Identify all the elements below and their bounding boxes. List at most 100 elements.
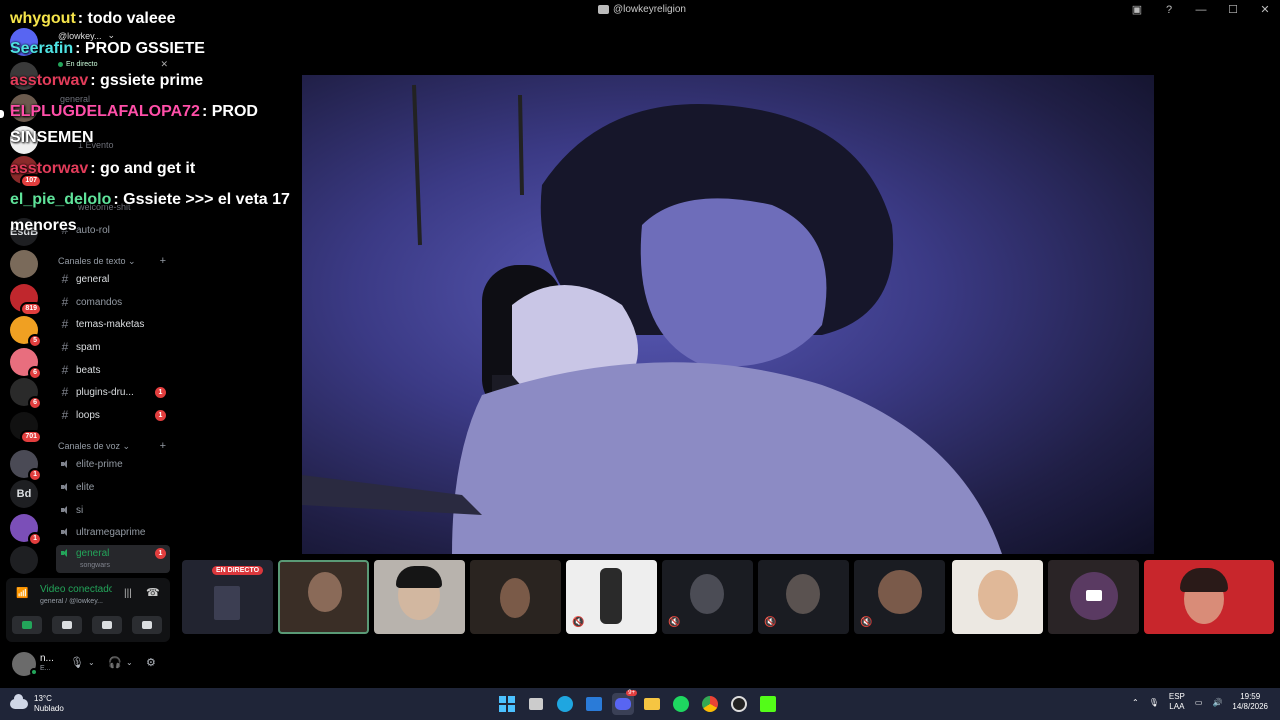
language-indicator[interactable]: ESP LAA [1169, 692, 1185, 712]
channel-loops[interactable]: # loops 1 [56, 405, 170, 425]
obs-button[interactable] [728, 693, 750, 715]
file-explorer-button[interactable] [641, 693, 663, 715]
server-icon[interactable]: 6 [10, 348, 42, 380]
speaker-icon [60, 548, 70, 558]
outlook-button[interactable] [583, 693, 605, 715]
participant-tile[interactable] [374, 560, 465, 634]
channel-plugins[interactable]: # plugins-dru... 1 [56, 382, 170, 402]
participant-tile-stream[interactable]: EN DIRECTO [182, 560, 273, 634]
inbox-icon[interactable]: ▣ [1130, 2, 1144, 18]
chat-message: asstorwav: gssiete prime [10, 68, 310, 94]
close-button[interactable]: ✕ [1258, 2, 1272, 18]
voice-channel-status: songwars [80, 562, 110, 569]
muted-icon: 🔇 [860, 617, 873, 628]
server-icon[interactable]: 1 [10, 514, 42, 546]
server-icon[interactable] [10, 250, 38, 278]
voice-channel-elite-prime[interactable]: elite-prime [56, 454, 170, 474]
server-icon[interactable]: Bd [10, 480, 38, 508]
participant-tile[interactable]: 🔇 [854, 560, 945, 634]
volume-icon[interactable]: 🔊 [1212, 698, 1222, 707]
participant-tile[interactable] [470, 560, 561, 634]
minimize-button[interactable]: — [1194, 2, 1208, 18]
clock[interactable]: 19:59 14/8/2026 [1232, 692, 1268, 712]
headphones-icon[interactable]: 🎧 [108, 656, 122, 669]
weather-condition: Nublado [34, 704, 64, 713]
voice-channel-ultramegaprime[interactable]: ultramegaprime [56, 522, 170, 542]
unread-badge: 1 [155, 409, 166, 421]
help-icon[interactable]: ? [1162, 2, 1176, 18]
server-icon[interactable]: 701 [10, 412, 42, 444]
channel-beats[interactable]: # beats [56, 360, 170, 380]
disconnect-icon[interactable]: ☎ [146, 586, 160, 599]
participant-tile[interactable]: 🔇 [662, 560, 753, 634]
spotify-button[interactable] [670, 693, 692, 715]
server-icon[interactable]: 819 [10, 284, 42, 316]
add-channel-icon[interactable]: + [160, 255, 166, 267]
screen-share-icon [62, 621, 72, 629]
activities-button[interactable] [92, 616, 122, 634]
server-icon[interactable]: 5 [10, 316, 42, 348]
start-button[interactable] [496, 693, 518, 715]
unread-badge: 1 [155, 548, 166, 559]
discover-button[interactable] [10, 546, 38, 574]
participant-hair [1180, 568, 1228, 592]
participant-tile[interactable] [952, 560, 1043, 634]
mention-badge: 5 [28, 334, 42, 348]
username[interactable]: n... [40, 653, 54, 664]
category-text-channels[interactable]: Canales de texto ⌄ + [58, 255, 166, 267]
mention-badge: 1 [28, 532, 42, 546]
voice-channel-elite[interactable]: elite [56, 477, 170, 497]
microphone-icon[interactable]: 🎙 [1149, 698, 1159, 707]
participant-tile[interactable]: 🔇 [566, 560, 657, 634]
camera-button[interactable] [12, 616, 42, 634]
temperature: 13°C [34, 694, 52, 703]
voice-channel-general-active[interactable]: general 1 songwars [56, 545, 170, 573]
unread-badge: 1 [155, 386, 166, 398]
muted-icon: 🔇 [764, 617, 777, 628]
add-channel-icon[interactable]: + [160, 440, 166, 452]
display-icon[interactable]: ▭ [1195, 698, 1203, 707]
user-status: E... [40, 665, 51, 672]
voice-status-subtitle[interactable]: general / @lowkey... [40, 598, 120, 605]
chevron-up-icon[interactable]: ⌃ [1132, 698, 1139, 707]
obs-icon [731, 696, 747, 712]
maximize-button[interactable]: ☐ [1226, 2, 1240, 18]
main-video-stage[interactable] [302, 75, 1154, 554]
signal-icon[interactable]: 📶 [16, 588, 28, 600]
server-icon[interactable]: 1 [10, 450, 42, 482]
server-icon[interactable]: 6 [10, 378, 42, 410]
participant-tile[interactable] [278, 560, 369, 634]
participant-tile[interactable]: 🔇 [758, 560, 849, 634]
edge-button[interactable] [554, 693, 576, 715]
category-voice-channels[interactable]: Canales de voz ⌄ + [58, 440, 166, 452]
microphone-icon[interactable]: 🎙 [70, 656, 84, 669]
chat-message: ELPLUGDELAFALOPA72: PROD SINSEMEN [10, 99, 310, 151]
voice-status-title[interactable]: Video conectado [40, 584, 112, 595]
mail-icon [586, 697, 602, 711]
share-screen-button[interactable] [52, 616, 82, 634]
chevron-down-icon: ⌄ [120, 440, 131, 451]
voice-channel-si[interactable]: si [56, 500, 170, 520]
gear-icon[interactable]: ⚙ [146, 656, 156, 669]
discord-button[interactable]: 9+ [612, 690, 637, 715]
chrome-button[interactable] [699, 693, 721, 715]
soundboard-button[interactable] [132, 616, 162, 634]
kick-button[interactable] [757, 693, 779, 715]
task-view-button[interactable] [525, 693, 547, 715]
chevron-down-icon[interactable]: ⌄ [88, 658, 95, 667]
live-badge: EN DIRECTO [212, 566, 264, 575]
channel-temas-maketas[interactable]: # temas-maketas [56, 314, 170, 334]
channel-spam[interactable]: # spam [56, 337, 170, 357]
channel-general[interactable]: # general [56, 269, 170, 289]
chat-message: el_pie_delolo: Gssiete >>> el veta 17 me… [10, 187, 310, 239]
participant-tile-camera[interactable] [1048, 560, 1139, 634]
channel-comandos[interactable]: # comandos [56, 292, 170, 312]
task-view-icon [529, 698, 543, 710]
weather-widget[interactable]: 13°C Nublado [10, 694, 64, 714]
participant-tile[interactable] [1144, 560, 1274, 634]
voice-status-panel: 📶 Video conectado general / @lowkey... |… [6, 578, 170, 642]
noise-suppression-icon[interactable]: ||| [124, 588, 132, 599]
camera-icon [1086, 590, 1102, 601]
edge-icon [557, 696, 573, 712]
chevron-down-icon[interactable]: ⌄ [126, 658, 133, 667]
